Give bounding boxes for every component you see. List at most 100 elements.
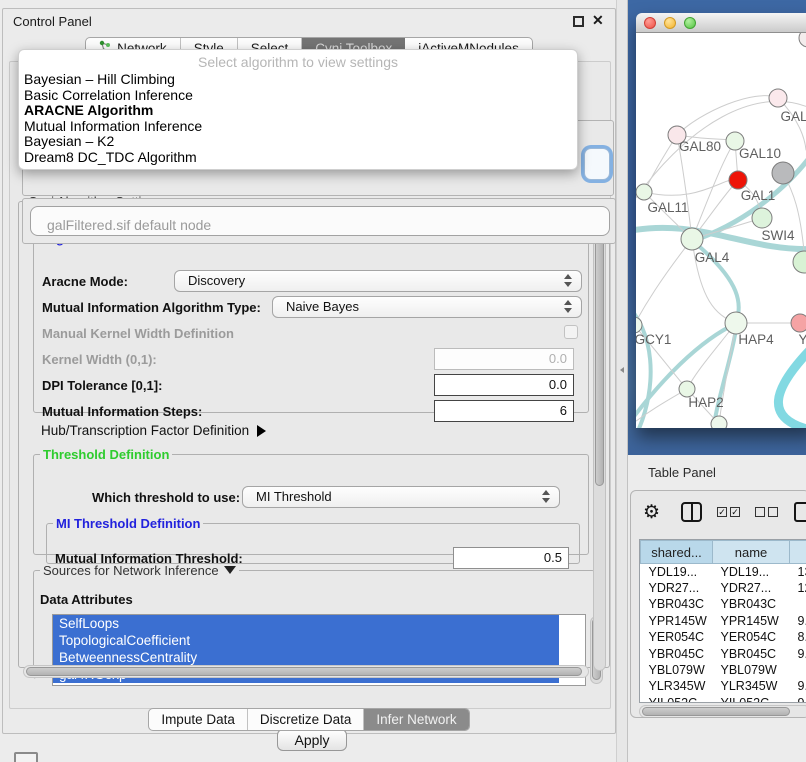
table-header-row: shared...nameA [641,541,806,564]
table-cell: 9. [790,645,806,661]
table-horizontal-scrollbar[interactable] [639,705,806,718]
network-window: GALGAL80GAL10GAL11GAL1SWI4GAL4GCY1HAP4YH… [636,13,806,428]
dpi-tolerance-field[interactable]: 0.0 [434,374,574,396]
node-label-gal1: GAL1 [741,188,776,203]
network-node-swi4[interactable] [793,251,806,273]
algorithm-dropdown-items: Bayesian – Hill ClimbingBasic Correlatio… [19,72,577,165]
settings-horizontal-scrollbar[interactable] [23,665,589,678]
network-node[interactable] [729,171,747,189]
data-attributes-label: Data Attributes [40,592,133,607]
network-node-y[interactable] [791,314,806,332]
table-row[interactable]: YBR043CYBR043C [641,596,806,612]
table-cell: YER054C [713,629,790,645]
table-row[interactable]: YER054CYER054C8. [641,629,806,645]
minimized-panel-icon[interactable] [14,752,38,762]
mi-threshold-group: MI Threshold Definition Mutual Informati… [46,516,580,564]
table-row[interactable]: YPR145WYPR145W9. [641,613,806,629]
table-hscrollbar-thumb[interactable] [642,707,790,716]
algorithm-option-bayesian-k2[interactable]: Bayesian – K2 [19,134,577,150]
combo-stepper-icon [542,490,550,503]
algorithm-option-aracne-algorithm[interactable]: ARACNE Algorithm [19,103,577,119]
network-node-gcy1[interactable] [636,317,642,333]
node-label-gal10: GAL10 [739,146,781,161]
columns-icon[interactable] [681,502,702,522]
table-cell: YPR145W [713,613,790,629]
unselect-columns-icon[interactable] [755,507,778,517]
network-view-region: GALGAL80GAL10GAL11GAL1SWI4GAL4GCY1HAP4YH… [628,0,806,455]
window-close-icon[interactable] [644,17,656,29]
network-node-hap4[interactable] [725,312,747,334]
algorithm-option-mutual-information-inference[interactable]: Mutual Information Inference [19,119,577,135]
column-header-2[interactable]: name [713,541,790,564]
settings-hscrollbar-thumb[interactable] [26,667,582,676]
float-window-icon[interactable] [573,16,584,27]
attribute-item-topologicalcoefficient[interactable]: TopologicalCoefficient [53,632,559,649]
mi-type-value: Naive Bayes [286,299,359,314]
network-node-gal1[interactable] [752,208,772,228]
table-cell: 9. [790,678,806,694]
network-node[interactable] [772,162,794,184]
close-icon[interactable]: ✕ [592,12,604,29]
algorithm-option-basic-correlation-inference[interactable]: Basic Correlation Inference [19,88,577,104]
table-cell: YBR045C [713,645,790,661]
algorithm-definition-group: Algorithm Definition Aracne Mode: Discov… [33,231,589,413]
table-cell: YDR27... [641,580,713,596]
which-threshold-combobox[interactable]: MI Threshold [242,486,560,508]
tab-discretize-data[interactable]: Discretize Data [248,709,365,730]
import-table-icon[interactable] [794,502,806,522]
kernel-width-field[interactable]: 0.0 [434,348,574,370]
aracne-mode-combobox[interactable]: Discovery [174,270,582,292]
apply-button[interactable]: Apply [277,729,347,751]
mi-type-label: Mutual Information Algorithm Type: [42,300,261,315]
mi-type-combobox[interactable]: Naive Bayes [272,296,582,318]
settings-vertical-scrollbar[interactable] [593,215,606,671]
network-node-gal[interactable] [769,89,787,107]
algorithm-option-dream8-dc-tdc-algorithm[interactable]: Dream8 DC_TDC Algorithm [19,150,577,166]
tab-impute-data[interactable]: Impute Data [149,709,248,730]
node-label-gal4: GAL4 [695,250,730,265]
table-row[interactable]: YBR045CYBR045C9. [641,645,806,661]
settings-vscrollbar-thumb[interactable] [595,218,604,486]
mi-steps-field[interactable]: 6 [434,400,574,422]
network-node-gal11[interactable] [636,184,652,200]
window-minimize-icon[interactable] [664,17,676,29]
column-header-1[interactable]: shared... [641,541,713,564]
hub-definition-toggle[interactable]: Hub/Transcription Factor Definition [41,423,266,438]
splitter-collapse-icon[interactable] [620,367,624,373]
algorithm-combobox-focused[interactable] [584,148,610,180]
node-label-swi4: SWI4 [761,228,794,243]
network-node[interactable] [711,416,727,428]
table-cell: YBL079W [713,662,790,678]
manual-kernel-checkbox[interactable] [564,325,578,339]
columns-divider [691,504,693,520]
sources-title[interactable]: Sources for Network Inference [40,563,239,578]
expand-right-icon [257,425,266,437]
tab-infer-network[interactable]: Infer Network [364,709,468,730]
network-edge [636,239,692,325]
attribute-item-betweennesscentrality[interactable]: BetweennessCentrality [53,649,559,666]
table-row[interactable]: YIL052CYIL052C9 [641,695,806,703]
gear-icon[interactable]: ⚙ [643,501,660,524]
unchecked-box-icon [768,507,778,517]
table-cell [790,662,806,678]
table-row[interactable]: YDR27...YDR27...12 [641,580,806,596]
window-zoom-icon[interactable] [684,17,696,29]
panel-splitter[interactable] [616,0,628,762]
table-row[interactable]: YDL19...YDL19...13 [641,564,806,580]
table-cell: YDL19... [713,564,790,580]
table-row[interactable]: YBL079WYBL079W [641,662,806,678]
network-canvas[interactable]: GALGAL80GAL10GAL11GAL1SWI4GAL4GCY1HAP4YH… [636,33,806,428]
hub-definition-label: Hub/Transcription Factor Definition [41,423,249,438]
table-cell: 9 [790,695,806,703]
attribute-item-selfloops[interactable]: SelfLoops [53,615,559,632]
network-node[interactable] [799,33,806,47]
network-window-titlebar[interactable] [636,13,806,33]
node-label-gcy1: GCY1 [636,332,671,347]
network-node-gal4[interactable] [681,228,703,250]
network-combobox[interactable]: galFiltered.sif default node [30,206,610,236]
column-header-3[interactable]: A [790,541,806,564]
combo-stepper-icon [564,300,572,313]
table-row[interactable]: YLR345WYLR345W9. [641,678,806,694]
algorithm-option-bayesian-hill-climbing[interactable]: Bayesian – Hill Climbing [19,72,577,88]
select-columns-icon[interactable]: ✓ ✓ [717,507,740,517]
